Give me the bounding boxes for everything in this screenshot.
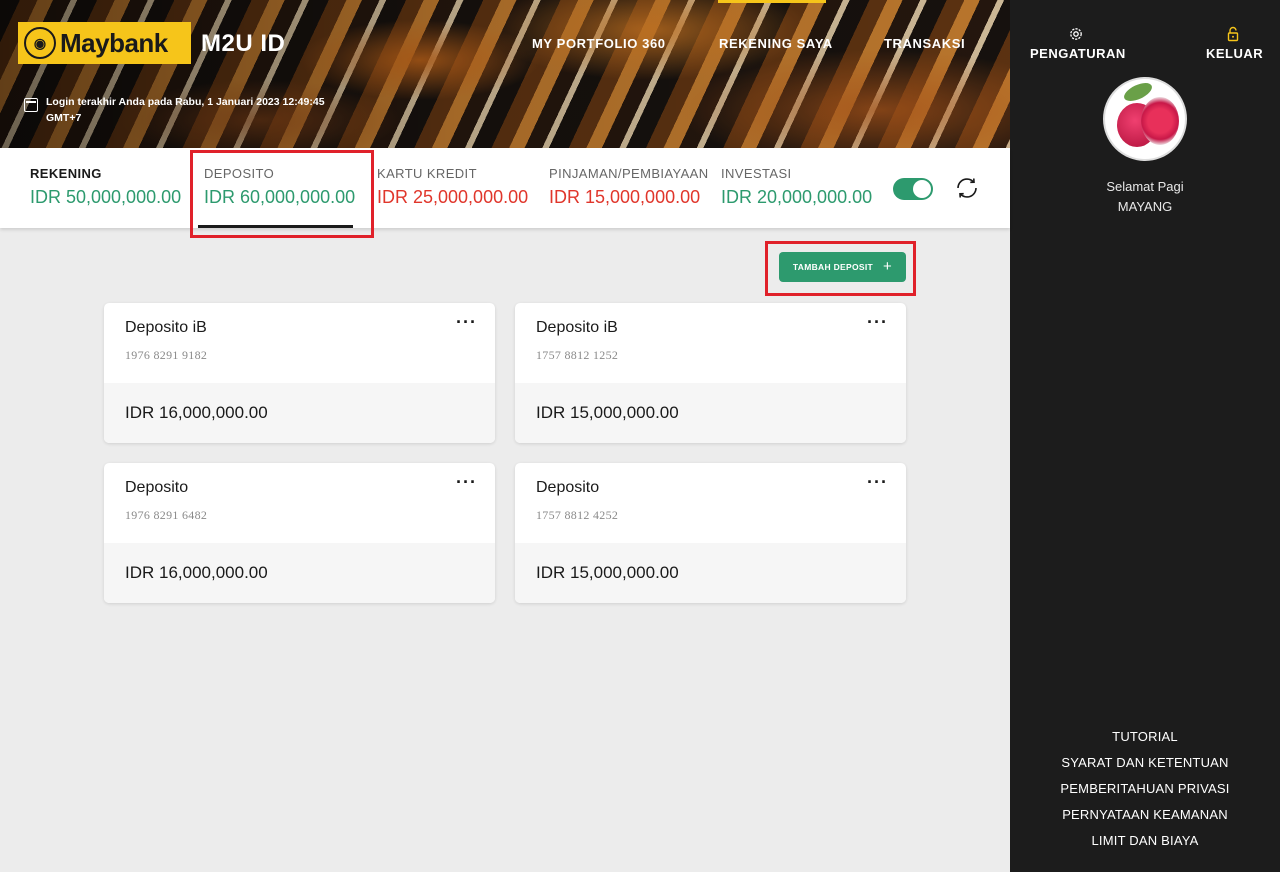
nav-rekening-saya[interactable]: REKENING SAYA — [719, 36, 833, 51]
summary-label: REKENING — [30, 166, 102, 181]
link-terms[interactable]: SYARAT DAN KETENTUAN — [1010, 754, 1280, 780]
more-icon[interactable]: ··· — [867, 473, 888, 491]
deposit-account-number: 1976 8291 9182 — [125, 348, 208, 362]
link-security[interactable]: PERNYATAAN KEAMANAN — [1010, 806, 1280, 832]
lock-icon — [1206, 26, 1260, 42]
summary-tab-rekening[interactable]: REKENING IDR 50,000,000.00 — [30, 166, 181, 208]
summary-label: PINJAMAN/PEMBIAYAAN — [549, 166, 709, 181]
more-icon[interactable]: ··· — [867, 313, 888, 331]
nav-my-portfolio[interactable]: MY PORTFOLIO 360 — [532, 36, 666, 51]
user-name: MAYANG — [1117, 199, 1173, 214]
summary-value: IDR 15,000,000.00 — [549, 187, 701, 207]
deposit-amount: IDR 15,000,000.00 — [536, 563, 679, 582]
more-icon[interactable]: ··· — [456, 313, 477, 331]
summary-value: IDR 25,000,000.00 — [377, 187, 529, 207]
deposit-amount: IDR 16,000,000.00 — [125, 563, 268, 582]
calendar-icon — [24, 98, 38, 112]
summary-value: IDR 60,000,000.00 — [204, 187, 356, 207]
deposit-name: Deposito — [125, 479, 189, 496]
active-tab-underline — [198, 225, 353, 228]
app-name: M2U ID — [201, 30, 286, 57]
link-limits-fees[interactable]: LIMIT DAN BIAYA — [1010, 832, 1280, 858]
nav-transaksi[interactable]: TRANSAKSI — [884, 36, 965, 51]
balance-visibility-toggle[interactable] — [893, 178, 933, 200]
summary-tab-pinjaman[interactable]: PINJAMAN/PEMBIAYAAN IDR 15,000,000.00 — [549, 166, 709, 208]
maybank-logo[interactable]: ◉ Maybank — [18, 22, 191, 64]
deposit-card[interactable]: Deposito 1757 8812 4252 ··· IDR 15,000,0… — [515, 463, 906, 603]
logout-label: KELUAR — [1206, 46, 1264, 61]
deposit-name: Deposito iB — [125, 319, 207, 336]
deposit-account-number: 1757 8812 1252 — [536, 348, 619, 362]
summary-label: KARTU KREDIT — [377, 166, 477, 181]
link-tutorial[interactable]: TUTORIAL — [1010, 728, 1280, 754]
gear-icon — [1030, 26, 1122, 42]
summary-tab-deposito[interactable]: DEPOSITO IDR 60,000,000.00 — [204, 166, 355, 208]
summary-value: IDR 20,000,000.00 — [721, 187, 873, 207]
greeting-text: Selamat Pagi — [1106, 179, 1184, 194]
deposit-amount-area: IDR 16,000,000.00 — [104, 383, 495, 443]
settings-button[interactable]: PENGATURAN — [1030, 26, 1125, 61]
summary-label: DEPOSITO — [204, 166, 275, 181]
deposit-amount: IDR 16,000,000.00 — [125, 403, 268, 422]
avatar-fruit-slice — [1141, 97, 1179, 145]
deposit-amount: IDR 15,000,000.00 — [536, 403, 679, 422]
refresh-icon[interactable] — [953, 174, 981, 202]
deposit-account-number: 1757 8812 4252 — [536, 508, 619, 522]
deposit-amount-area: IDR 15,000,000.00 — [515, 543, 906, 603]
logo-text: Maybank — [60, 27, 168, 58]
last-login-text: Login terakhir Anda pada Rabu, 1 Januari… — [46, 96, 325, 124]
tiger-logo-icon: ◉ — [24, 27, 56, 59]
summary-label: INVESTASI — [721, 166, 792, 181]
deposit-name: Deposito — [536, 479, 600, 496]
sidebar-links: TUTORIAL SYARAT DAN KETENTUAN PEMBERITAH… — [1010, 728, 1280, 858]
add-deposit-button[interactable]: TAMBAH DEPOSIT + — [779, 252, 906, 282]
deposit-card[interactable]: Deposito iB 1757 8812 1252 ··· IDR 15,00… — [515, 303, 906, 443]
account-summary-bar: REKENING IDR 50,000,000.00 DEPOSITO IDR … — [0, 148, 1010, 228]
link-privacy[interactable]: PEMBERITAHUAN PRIVASI — [1010, 780, 1280, 806]
deposit-card[interactable]: Deposito iB 1976 8291 9182 ··· IDR 16,00… — [104, 303, 495, 443]
deposit-name: Deposito iB — [536, 319, 618, 336]
plus-icon: + — [883, 258, 893, 275]
nav-active-indicator — [718, 0, 826, 3]
settings-label: PENGATURAN — [1030, 46, 1126, 61]
avatar[interactable] — [1103, 77, 1187, 161]
right-sidebar: PENGATURAN KELUAR Selamat Pagi MAYANG TU… — [1010, 0, 1280, 872]
deposit-amount-area: IDR 15,000,000.00 — [515, 383, 906, 443]
summary-value: IDR 50,000,000.00 — [30, 187, 182, 207]
deposit-card[interactable]: Deposito 1976 8291 6482 ··· IDR 16,000,0… — [104, 463, 495, 603]
toggle-knob — [913, 180, 931, 198]
add-deposit-label: TAMBAH DEPOSIT — [792, 262, 873, 272]
deposit-account-number: 1976 8291 6482 — [125, 508, 208, 522]
last-login-info: Login terakhir Anda pada Rabu, 1 Januari… — [24, 94, 336, 126]
logout-button[interactable]: KELUAR — [1206, 26, 1264, 61]
summary-tab-investasi[interactable]: INVESTASI IDR 20,000,000.00 — [721, 166, 872, 208]
deposit-amount-area: IDR 16,000,000.00 — [104, 543, 495, 603]
summary-tab-kartu-kredit[interactable]: KARTU KREDIT IDR 25,000,000.00 — [377, 166, 528, 208]
more-icon[interactable]: ··· — [456, 473, 477, 491]
